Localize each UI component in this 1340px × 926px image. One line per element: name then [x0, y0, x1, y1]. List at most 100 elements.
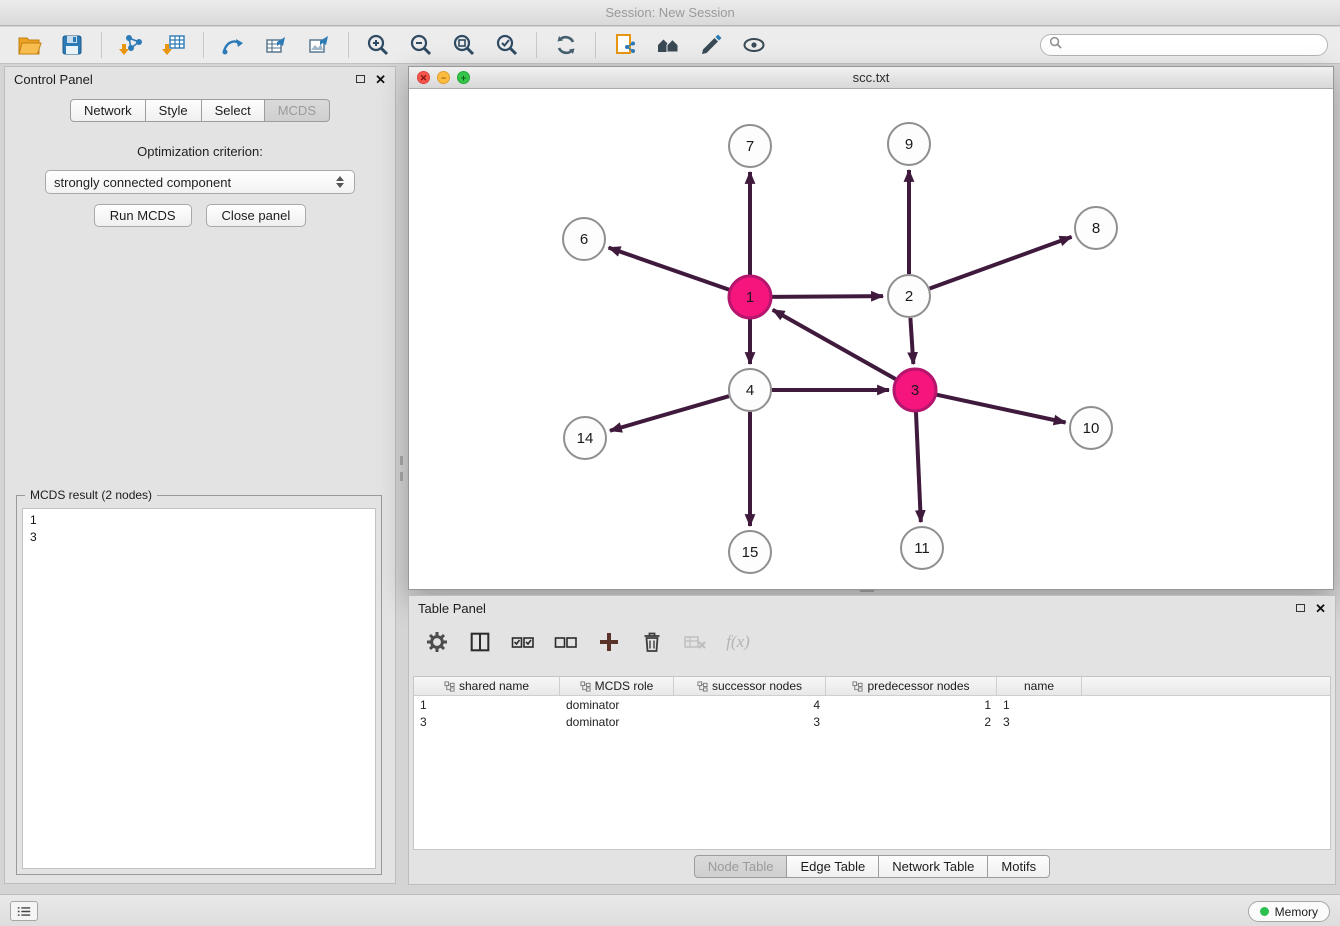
minimize-window-icon[interactable]: − [437, 71, 450, 84]
control-panel-title: Control Panel [14, 72, 93, 87]
tab-network-table[interactable]: Network Table [878, 855, 988, 878]
column-tree-icon [444, 681, 455, 692]
import-network-icon[interactable] [114, 30, 148, 60]
mcds-result-line: 1 [30, 512, 368, 529]
function-builder-icon[interactable]: f(x) [724, 628, 752, 656]
close-panel-icon[interactable]: ✕ [1315, 602, 1326, 615]
export-table-icon[interactable] [259, 30, 293, 60]
column-header-shared-name[interactable]: shared name [414, 677, 560, 695]
open-session-icon[interactable] [12, 30, 46, 60]
zoom-window-icon[interactable]: + [457, 71, 470, 84]
graph-edge-3-1[interactable] [773, 310, 896, 379]
column-label: predecessor nodes [867, 679, 969, 693]
open-in-browser-icon[interactable] [608, 30, 642, 60]
search-input[interactable] [1068, 37, 1319, 53]
mcds-result-group: MCDS result (2 nodes) 1 3 [16, 495, 382, 875]
node-table: shared name MCDS role successor nodes pr… [413, 676, 1331, 850]
column-label: shared name [459, 679, 529, 693]
graph-edge-1-6[interactable] [609, 248, 730, 290]
zoom-out-icon[interactable] [404, 30, 438, 60]
search-field[interactable] [1040, 34, 1328, 56]
tab-mcds[interactable]: MCDS [264, 99, 330, 122]
cell-shared-name[interactable]: 1 [414, 698, 560, 712]
column-settings-gear-icon[interactable] [423, 628, 451, 656]
mcds-result-title: MCDS result (2 nodes) [25, 488, 157, 502]
cell-predecessor-nodes[interactable]: 1 [826, 698, 997, 712]
graph-node-label: 6 [580, 231, 588, 248]
graph-edge-2-3[interactable] [910, 318, 913, 364]
window-titlebar: Session: New Session [0, 0, 1340, 26]
delete-column-trash-icon[interactable] [638, 628, 666, 656]
column-header-mcds-role[interactable]: MCDS role [560, 677, 674, 695]
optimization-criterion-value: strongly connected component [54, 175, 336, 190]
table-panel-title: Table Panel [418, 601, 486, 616]
cell-name[interactable]: 1 [997, 698, 1082, 712]
optimization-criterion-select[interactable]: strongly connected component [45, 170, 355, 194]
save-session-icon[interactable] [55, 30, 89, 60]
select-all-rows-icon[interactable] [509, 628, 537, 656]
create-column-plus-icon[interactable] [595, 628, 623, 656]
column-header-predecessor-nodes[interactable]: predecessor nodes [826, 677, 997, 695]
tab-node-table[interactable]: Node Table [694, 855, 788, 878]
tab-network[interactable]: Network [70, 99, 146, 122]
memory-label: Memory [1275, 905, 1318, 919]
mcds-result-line: 3 [30, 529, 368, 546]
cell-predecessor-nodes[interactable]: 2 [826, 715, 997, 729]
zoom-selected-icon[interactable] [490, 30, 524, 60]
close-window-icon[interactable]: ✕ [417, 71, 430, 84]
graph-node-label: 9 [905, 136, 913, 153]
main-toolbar [0, 27, 1340, 64]
graph-edge-1-2[interactable] [772, 296, 883, 297]
network-from-selection-icon[interactable] [216, 30, 250, 60]
cell-successor-nodes[interactable]: 4 [674, 698, 826, 712]
close-panel-button[interactable]: Close panel [206, 204, 307, 227]
column-header-name[interactable]: name [997, 677, 1082, 695]
graph-edge-2-8[interactable] [930, 237, 1072, 289]
run-mcds-button[interactable]: Run MCDS [94, 204, 192, 227]
graph-edge-3-11[interactable] [916, 412, 921, 522]
cell-mcds-role[interactable]: dominator [560, 698, 674, 712]
delete-table-icon[interactable] [681, 628, 709, 656]
apply-style-icon[interactable] [694, 30, 728, 60]
graph-edge-3-10[interactable] [937, 395, 1066, 423]
column-tree-icon [580, 681, 591, 692]
float-panel-icon[interactable] [1296, 604, 1305, 612]
table-row[interactable]: 3 dominator 3 2 3 [414, 713, 1330, 730]
graph-node-label: 14 [577, 430, 594, 447]
optimization-criterion-label: Optimization criterion: [5, 144, 395, 159]
memory-button[interactable]: Memory [1248, 901, 1330, 922]
export-image-icon[interactable] [302, 30, 336, 60]
float-panel-icon[interactable] [356, 75, 365, 83]
cell-name[interactable]: 3 [997, 715, 1082, 729]
show-columns-icon[interactable] [466, 628, 494, 656]
deselect-all-rows-icon[interactable] [552, 628, 580, 656]
tab-select[interactable]: Select [201, 99, 265, 122]
refresh-view-icon[interactable] [549, 30, 583, 60]
tab-style[interactable]: Style [145, 99, 202, 122]
network-canvas[interactable]: 7968124314101511 [409, 89, 1333, 589]
table-row[interactable]: 1 dominator 4 1 1 [414, 696, 1330, 713]
tab-edge-table[interactable]: Edge Table [786, 855, 879, 878]
zoom-in-icon[interactable] [361, 30, 395, 60]
first-neighbors-icon[interactable] [651, 30, 685, 60]
cell-successor-nodes[interactable]: 3 [674, 715, 826, 729]
search-icon [1049, 36, 1062, 54]
network-graph: 7968124314101511 [409, 89, 1333, 590]
network-window-titlebar: ✕ − + scc.txt [409, 67, 1333, 89]
import-table-icon[interactable] [157, 30, 191, 60]
show-hide-icon[interactable] [737, 30, 771, 60]
zoom-fit-icon[interactable] [447, 30, 481, 60]
close-panel-icon[interactable]: ✕ [375, 73, 386, 86]
cell-mcds-role[interactable]: dominator [560, 715, 674, 729]
graph-edge-4-14[interactable] [610, 396, 729, 431]
graph-node-label: 1 [746, 289, 754, 306]
graph-node-label: 7 [746, 138, 754, 155]
task-history-icon[interactable] [10, 901, 38, 921]
memory-status-dot [1260, 907, 1269, 916]
panel-splitter-handle[interactable] [399, 456, 404, 481]
window-title: Session: New Session [605, 5, 734, 20]
cell-shared-name[interactable]: 3 [414, 715, 560, 729]
tab-motifs[interactable]: Motifs [987, 855, 1050, 878]
column-header-successor-nodes[interactable]: successor nodes [674, 677, 826, 695]
mcds-result-text[interactable]: 1 3 [22, 508, 376, 869]
